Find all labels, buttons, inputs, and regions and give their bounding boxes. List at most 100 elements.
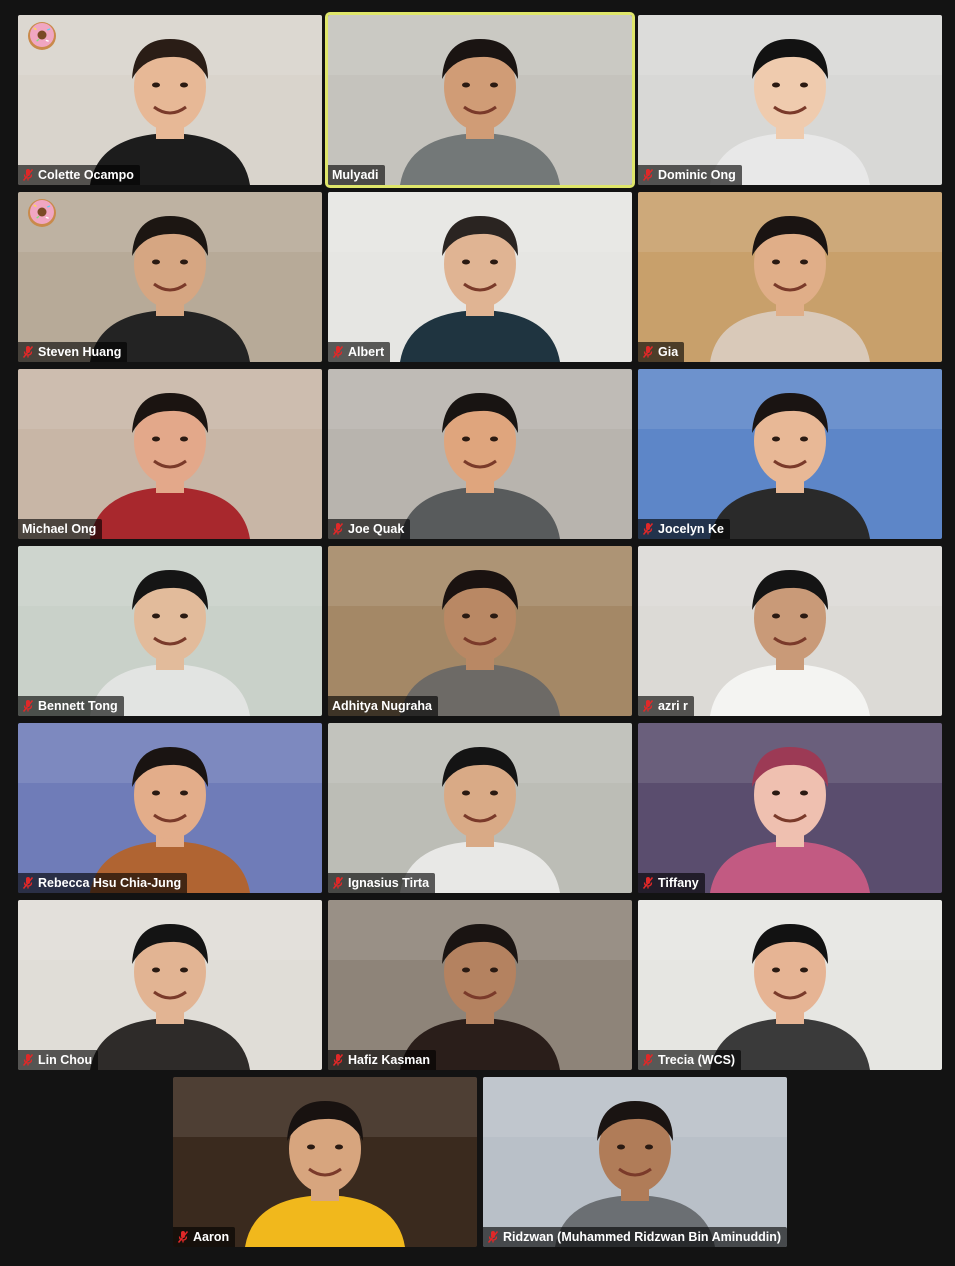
video-tile[interactable]: Mulyadi (325, 12, 635, 188)
participant-nameplate: Colette Ocampo (18, 165, 140, 185)
participant-video (18, 15, 322, 185)
video-tile[interactable]: Jocelyn Ke (638, 369, 942, 539)
participant-name: Aaron (193, 1230, 230, 1244)
participant-name: Joe Quak (348, 522, 405, 536)
participant-figure (18, 369, 322, 539)
video-tile[interactable]: azri r (638, 546, 942, 716)
participant-video (328, 192, 632, 362)
participant-figure (18, 900, 322, 1070)
participant-nameplate: Steven Huang (18, 342, 128, 362)
participant-nameplate: azri r (638, 696, 694, 716)
video-tile[interactable]: Trecia (WCS) (638, 900, 942, 1070)
participant-video (18, 546, 322, 716)
mic-muted-icon (332, 346, 344, 358)
mic-muted-icon (487, 1231, 499, 1243)
participant-nameplate: Albert (328, 342, 391, 362)
participant-figure (638, 192, 942, 362)
participant-video (328, 369, 632, 539)
video-tile[interactable]: Adhitya Nugraha (328, 546, 632, 716)
participant-figure (328, 546, 632, 716)
mic-muted-icon (22, 169, 34, 181)
participant-name: Hafiz Kasman (348, 1053, 430, 1067)
participant-video (328, 15, 632, 185)
participant-nameplate: Gia (638, 342, 685, 362)
video-tile[interactable]: Aaron (173, 1077, 477, 1247)
video-tile[interactable]: Colette Ocampo (18, 15, 322, 185)
participant-nameplate: Rebecca Hsu Chia-Jung (18, 873, 188, 893)
participant-name: Albert (348, 345, 385, 359)
participant-video (173, 1077, 477, 1247)
video-tile[interactable]: Tiffany (638, 723, 942, 893)
participant-nameplate: Michael Ong (18, 519, 103, 539)
participant-nameplate: Trecia (WCS) (638, 1050, 742, 1070)
participant-nameplate: Hafiz Kasman (328, 1050, 436, 1070)
participant-name: Michael Ong (22, 522, 97, 536)
video-tile[interactable]: Dominic Ong (638, 15, 942, 185)
mic-muted-icon (642, 169, 654, 181)
participant-nameplate: Aaron (173, 1227, 236, 1247)
participant-video (638, 15, 942, 185)
participant-nameplate: Jocelyn Ke (638, 519, 731, 539)
participant-nameplate: Ridzwan (Muhammed Ridzwan Bin Aminuddin) (483, 1227, 787, 1247)
participant-video (18, 900, 322, 1070)
participant-video (18, 369, 322, 539)
mic-muted-icon (22, 346, 34, 358)
video-tile[interactable]: Steven Huang (18, 192, 322, 362)
gallery-view: Colette Ocampo Mulyadi Dominic Ong Steven H… (0, 0, 955, 1266)
participant-video (18, 723, 322, 893)
mic-muted-icon (332, 877, 344, 889)
mic-muted-icon (22, 700, 34, 712)
participant-figure (328, 369, 632, 539)
participant-video (638, 369, 942, 539)
video-tile[interactable]: Joe Quak (328, 369, 632, 539)
participant-name: Lin Chou (38, 1053, 93, 1067)
participant-figure (328, 192, 632, 362)
participant-figure (18, 723, 322, 893)
participant-figure (18, 192, 322, 362)
participant-figure (638, 900, 942, 1070)
participant-name: Ridzwan (Muhammed Ridzwan Bin Aminuddin) (503, 1230, 781, 1244)
participant-nameplate: Joe Quak (328, 519, 411, 539)
participant-figure (328, 15, 632, 185)
participant-name: azri r (658, 699, 688, 713)
participant-video (638, 192, 942, 362)
participant-figure (638, 15, 942, 185)
participant-name: Colette Ocampo (38, 168, 134, 182)
mic-muted-icon (332, 1054, 344, 1066)
participant-figure (638, 546, 942, 716)
participant-video (328, 900, 632, 1070)
video-tile[interactable]: Gia (638, 192, 942, 362)
video-tile[interactable]: Rebecca Hsu Chia-Jung (18, 723, 322, 893)
participant-nameplate: Tiffany (638, 873, 705, 893)
participant-figure (18, 546, 322, 716)
video-tile[interactable]: Bennett Tong (18, 546, 322, 716)
participant-figure (18, 15, 322, 185)
video-tile[interactable]: Ignasius Tirta (328, 723, 632, 893)
video-tile[interactable]: Lin Chou (18, 900, 322, 1070)
video-tile[interactable]: Michael Ong (18, 369, 322, 539)
participant-figure (638, 369, 942, 539)
mic-muted-icon (22, 877, 34, 889)
participant-video (483, 1077, 787, 1247)
video-tile[interactable]: Hafiz Kasman (328, 900, 632, 1070)
video-tile[interactable]: Ridzwan (Muhammed Ridzwan Bin Aminuddin) (483, 1077, 787, 1247)
mic-muted-icon (642, 700, 654, 712)
participant-figure (638, 723, 942, 893)
participant-nameplate: Mulyadi (328, 165, 385, 185)
mic-muted-icon (22, 1054, 34, 1066)
participant-figure (328, 723, 632, 893)
participant-name: Trecia (WCS) (658, 1053, 736, 1067)
participant-name: Steven Huang (38, 345, 122, 359)
mic-muted-icon (177, 1231, 189, 1243)
participant-name: Gia (658, 345, 679, 359)
participant-name: Tiffany (658, 876, 699, 890)
participant-video (638, 900, 942, 1070)
participant-name: Dominic Ong (658, 168, 736, 182)
participant-name: Jocelyn Ke (658, 522, 725, 536)
participant-nameplate: Bennett Tong (18, 696, 124, 716)
participant-nameplate: Adhitya Nugraha (328, 696, 439, 716)
mic-muted-icon (642, 523, 654, 535)
participant-figure (173, 1077, 477, 1247)
video-tile[interactable]: Albert (328, 192, 632, 362)
participant-nameplate: Ignasius Tirta (328, 873, 436, 893)
